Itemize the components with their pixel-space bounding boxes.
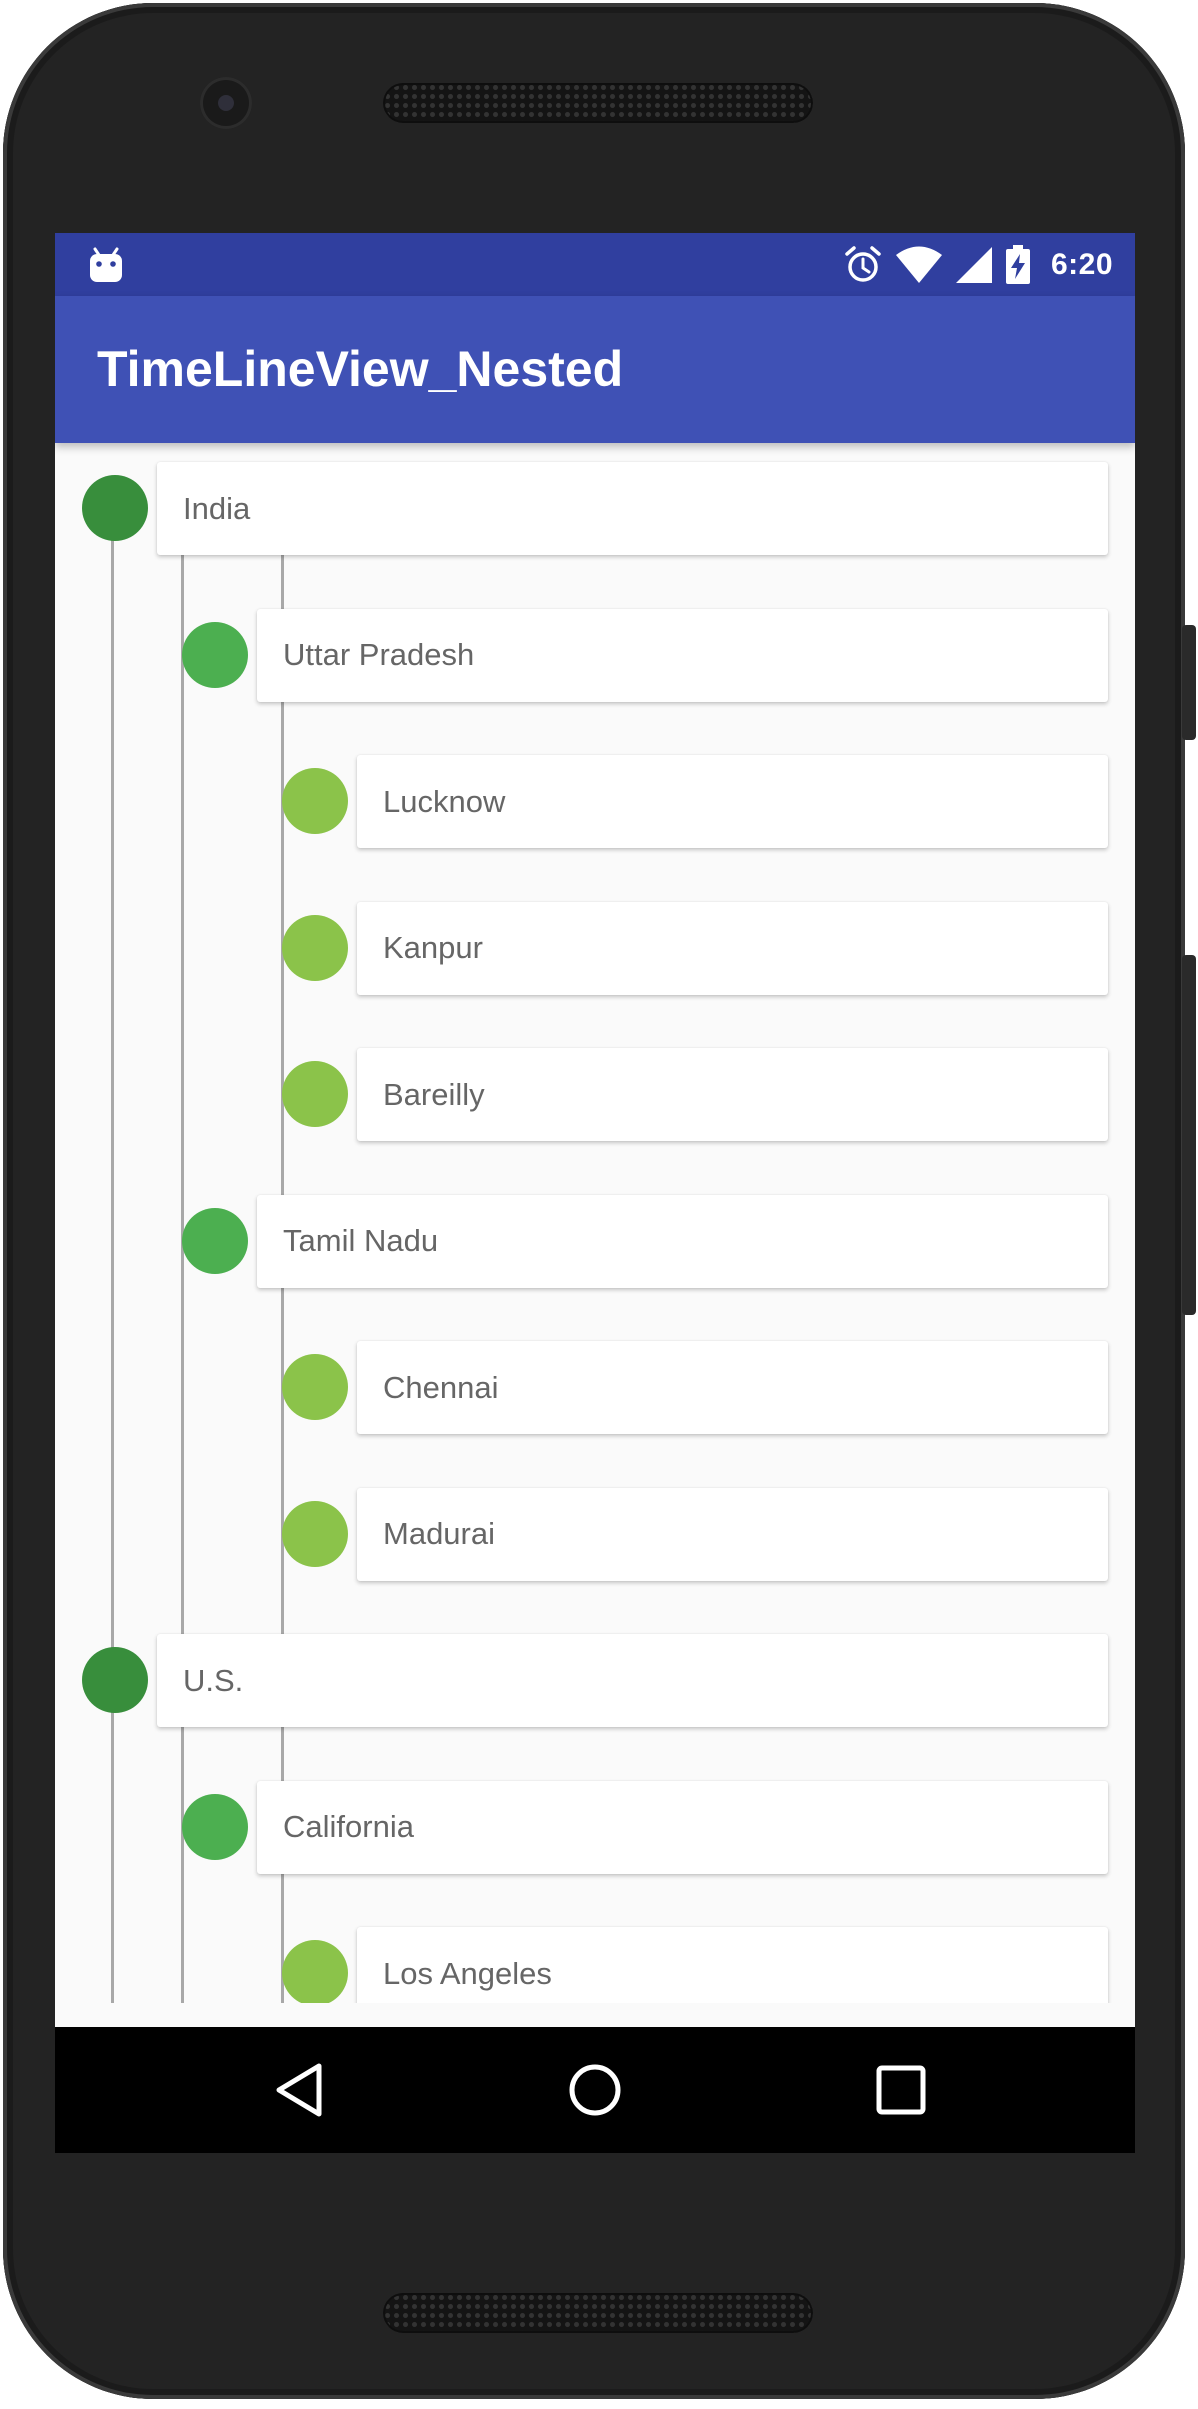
timeline-item-label: India bbox=[183, 490, 251, 526]
status-time: 6:20 bbox=[1050, 247, 1113, 281]
power-button bbox=[1182, 625, 1196, 740]
recents-icon[interactable] bbox=[867, 2056, 935, 2124]
timeline-node-level-2 bbox=[282, 1061, 348, 1127]
timeline-item-card[interactable]: India bbox=[157, 462, 1108, 555]
timeline-item-card[interactable]: Uttar Pradesh bbox=[257, 608, 1108, 702]
timeline-node-level-1 bbox=[182, 621, 248, 688]
top-speaker bbox=[383, 83, 813, 123]
timeline-item-card[interactable]: Kanpur bbox=[357, 901, 1108, 995]
timeline-line-level-0 bbox=[111, 503, 114, 2003]
timeline-item-label: Lucknow bbox=[383, 783, 506, 819]
wifi-icon bbox=[895, 246, 942, 283]
battery-charging-icon bbox=[1005, 244, 1030, 284]
timeline-item-label: Kanpur bbox=[383, 930, 483, 965]
timeline-item-label: Uttar Pradesh bbox=[283, 637, 475, 672]
home-icon[interactable] bbox=[561, 2056, 629, 2124]
timeline-node-level-2 bbox=[282, 1940, 348, 2003]
timeline-item-label: Tamil Nadu bbox=[283, 1223, 439, 1258]
app-title: TimeLineView_Nested bbox=[97, 341, 624, 397]
timeline-item-label: U.S. bbox=[183, 1662, 244, 1698]
timeline-item-label: Chennai bbox=[383, 1369, 499, 1405]
screen: 6:20 TimeLineView_Nested India Uttar Prad… bbox=[55, 233, 1135, 2153]
timeline-item-label: Madurai bbox=[383, 1516, 495, 1551]
timeline-node-level-2 bbox=[282, 1354, 348, 1420]
timeline-item-card[interactable]: Madurai bbox=[357, 1487, 1108, 1581]
android-debug-icon bbox=[90, 247, 122, 282]
timeline-item-card[interactable]: California bbox=[257, 1780, 1108, 1874]
timeline-node-level-2 bbox=[282, 914, 348, 981]
timeline-item-label: California bbox=[283, 1809, 414, 1844]
timeline-node-level-2 bbox=[282, 1500, 348, 1567]
bottom-speaker bbox=[383, 2293, 813, 2333]
timeline-node-level-1 bbox=[182, 1207, 248, 1274]
timeline-item-card[interactable]: Los Angeles bbox=[357, 1927, 1108, 2003]
timeline-item-card[interactable]: U.S. bbox=[157, 1634, 1108, 1727]
alarm-icon bbox=[845, 245, 881, 282]
timeline-node-level-2 bbox=[282, 768, 348, 834]
timeline-node-level-0 bbox=[82, 1647, 148, 1713]
navigation-bar bbox=[55, 2027, 1135, 2153]
status-bar: 6:20 bbox=[55, 233, 1135, 296]
timeline-list[interactable]: India Uttar Pradesh Lucknow Kanpur Bareilly T… bbox=[55, 443, 1135, 2003]
app-bar: TimeLineView_Nested bbox=[55, 296, 1135, 443]
timeline-item-card[interactable]: Bareilly bbox=[357, 1048, 1108, 1141]
cell-signal-icon bbox=[955, 246, 992, 283]
timeline-item-label: Los Angeles bbox=[383, 1955, 552, 1991]
front-camera bbox=[200, 77, 252, 129]
status-icons: 6:20 bbox=[843, 233, 1113, 296]
timeline-node-level-0 bbox=[82, 475, 148, 541]
volume-button bbox=[1182, 955, 1196, 1315]
timeline-line-level-1 bbox=[181, 549, 184, 2003]
timeline-item-label: Bareilly bbox=[383, 1076, 485, 1112]
timeline-item-card[interactable]: Tamil Nadu bbox=[257, 1194, 1108, 1288]
timeline-item-card[interactable]: Chennai bbox=[357, 1341, 1108, 1434]
timeline-node-level-1 bbox=[182, 1793, 248, 1860]
timeline-item-card[interactable]: Lucknow bbox=[357, 755, 1108, 848]
back-icon[interactable] bbox=[267, 2056, 335, 2124]
